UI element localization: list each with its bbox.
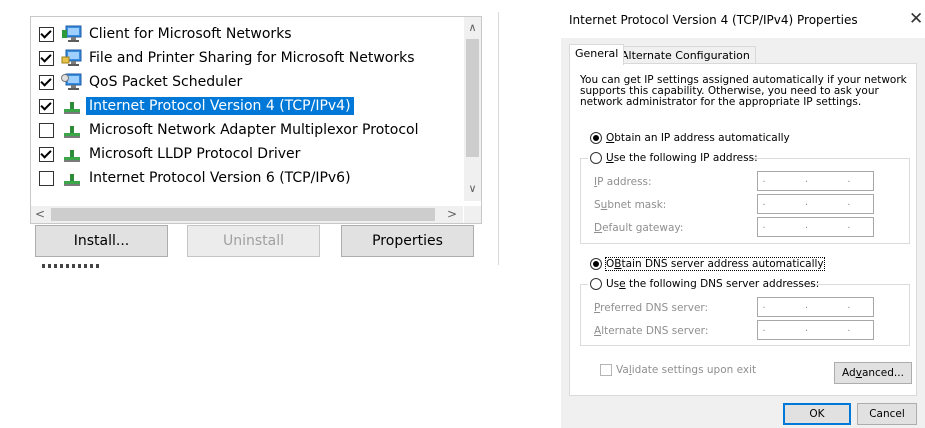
item-label: File and Printer Sharing for Microsoft N… xyxy=(89,50,415,66)
list-item[interactable]: Microsoft Network Adapter Multiplexor Pr… xyxy=(39,119,421,141)
item-checkbox[interactable] xyxy=(39,26,54,42)
adapter-items-panel: Client for Microsoft Networks File and P… xyxy=(30,12,499,268)
title-bar: Internet Protocol Version 4 (TCP/IPv4) P… xyxy=(561,0,925,38)
list-item-selected[interactable]: Internet Protocol Version 4 (TCP/IPv4) xyxy=(39,95,354,117)
properties-button[interactable]: Properties xyxy=(341,225,474,257)
list-item[interactable]: QoS Packet Scheduler xyxy=(39,71,245,93)
file-printer-sharing-icon xyxy=(61,49,82,66)
network-items-list[interactable]: Client for Microsoft Networks File and P… xyxy=(30,16,482,224)
dialog-title: Internet Protocol Version 4 (TCP/IPv4) P… xyxy=(569,13,858,27)
item-label: Microsoft LLDP Protocol Driver xyxy=(89,146,301,162)
qos-scheduler-icon xyxy=(61,73,82,90)
obtain-ip-auto-radio[interactable]: Obtain an IP address automatically xyxy=(590,132,790,144)
use-following-ip-label: Use the following IP address: xyxy=(606,152,758,164)
checkbox[interactable] xyxy=(600,364,612,376)
ok-button[interactable]: OK xyxy=(783,403,851,425)
scrollbar-corner xyxy=(464,206,481,223)
scroll-up-icon[interactable]: ∧ xyxy=(464,19,481,37)
radio-button[interactable] xyxy=(590,258,602,270)
use-following-dns-radio[interactable]: Use the following DNS server addresses: xyxy=(590,278,819,290)
scroll-down-icon[interactable]: ∨ xyxy=(464,180,481,198)
tab-alternate-configuration[interactable]: Alternate Configuration xyxy=(615,46,756,64)
general-tab-panel: You can get IP settings assigned automat… xyxy=(569,63,917,396)
radio-button[interactable] xyxy=(590,278,602,290)
network-client-icon xyxy=(62,25,82,42)
default-gateway-input[interactable]: . . . xyxy=(757,217,874,237)
item-label: Internet Protocol Version 4 (TCP/IPv4) xyxy=(86,97,354,115)
radio-button[interactable] xyxy=(590,132,602,144)
horizontal-scroll-thumb[interactable] xyxy=(51,208,435,221)
list-item[interactable]: Client for Microsoft Networks xyxy=(39,23,295,45)
uninstall-button[interactable]: Uninstall xyxy=(187,225,320,257)
subnet-mask-label: Subnet mask: xyxy=(594,199,667,211)
network-protocol-icon xyxy=(64,126,80,138)
preferred-dns-label: Preferred DNS server: xyxy=(594,302,709,314)
cancel-button[interactable]: Cancel xyxy=(857,403,917,425)
list-item[interactable]: File and Printer Sharing for Microsoft N… xyxy=(39,47,418,69)
item-label: Microsoft Network Adapter Multiplexor Pr… xyxy=(89,122,419,138)
network-protocol-icon xyxy=(64,174,80,186)
ip-address-input[interactable]: . . . xyxy=(757,171,874,191)
vertical-scroll-thumb[interactable] xyxy=(466,39,479,157)
obtain-ip-auto-label: Obtain an IP address automatically xyxy=(606,132,790,144)
list-item[interactable]: Internet Protocol Version 6 (TCP/IPv6) xyxy=(39,167,354,189)
use-following-ip-radio[interactable]: Use the following IP address: xyxy=(590,152,758,164)
ip-address-label: IP address: xyxy=(594,176,652,188)
scroll-left-icon[interactable]: < xyxy=(31,206,49,223)
radio-button[interactable] xyxy=(590,152,602,164)
network-protocol-icon xyxy=(64,102,80,114)
validate-settings-label: Validate settings upon exit xyxy=(616,364,757,376)
description-text: You can get IP settings assigned automat… xyxy=(580,74,907,108)
validate-settings-checkbox[interactable]: Validate settings upon exit xyxy=(600,364,756,376)
install-button[interactable]: Install... xyxy=(35,225,168,257)
alternate-dns-label: Alternate DNS server: xyxy=(594,325,709,337)
ipv4-properties-dialog: Internet Protocol Version 4 (TCP/IPv4) P… xyxy=(561,0,925,428)
obtain-dns-auto-radio[interactable]: OBtain DNS server address automatically xyxy=(590,257,825,271)
advanced-button[interactable]: Advanced... xyxy=(834,362,912,384)
scroll-right-icon[interactable]: > xyxy=(443,206,461,223)
item-checkbox[interactable] xyxy=(39,74,54,90)
alternate-dns-input[interactable]: . . . xyxy=(757,320,874,340)
preferred-dns-input[interactable]: . . . xyxy=(757,297,874,317)
tab-general[interactable]: General xyxy=(569,44,625,65)
item-checkbox[interactable] xyxy=(39,50,54,66)
clipped-description-text xyxy=(42,264,102,268)
list-item[interactable]: Microsoft LLDP Protocol Driver xyxy=(39,143,303,165)
vertical-scrollbar[interactable]: ∧ ∨ xyxy=(464,17,481,201)
obtain-dns-auto-label: OBtain DNS server address automatically xyxy=(605,257,825,271)
panel-divider xyxy=(498,12,499,265)
use-following-dns-label: Use the following DNS server addresses: xyxy=(606,278,820,290)
item-checkbox[interactable] xyxy=(39,146,54,162)
item-label: Client for Microsoft Networks xyxy=(89,26,292,42)
item-checkbox[interactable] xyxy=(39,122,54,138)
subnet-mask-input[interactable]: . . . xyxy=(757,194,874,214)
item-label: Internet Protocol Version 6 (TCP/IPv6) xyxy=(89,170,351,186)
item-checkbox[interactable] xyxy=(39,170,54,186)
default-gateway-label: Default gateway: xyxy=(594,222,684,234)
close-icon[interactable]: ✕ xyxy=(909,9,923,29)
item-label: QoS Packet Scheduler xyxy=(89,74,243,90)
item-checkbox[interactable] xyxy=(39,98,54,114)
horizontal-scrollbar[interactable]: < > xyxy=(31,206,463,223)
network-protocol-icon xyxy=(64,150,80,162)
